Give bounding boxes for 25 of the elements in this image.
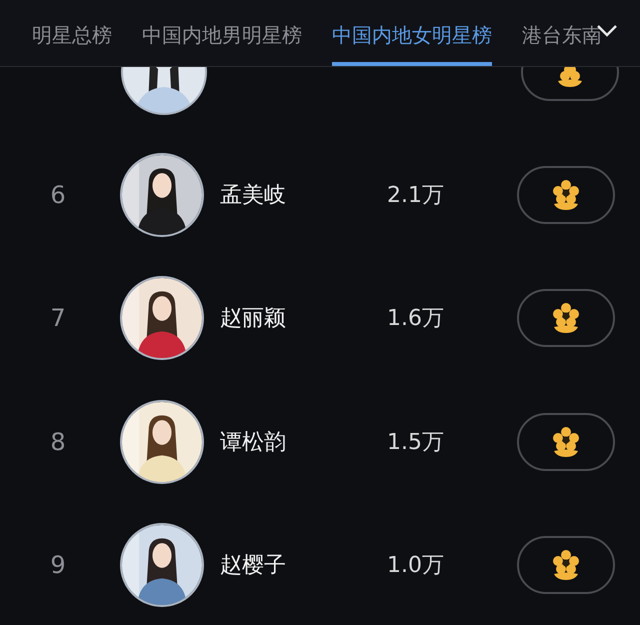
star-name[interactable]: 孟美岐 [220,180,380,210]
flower-icon [553,180,579,210]
flower-button[interactable] [517,289,615,348]
tab[interactable]: 中国内地女明星榜 [332,20,492,66]
rank-number: 6 [49,180,67,209]
vote-count: 2.1万 [387,182,445,210]
tab[interactable]: 明星总榜 [32,20,112,66]
vote-count: 1.5万 [387,428,445,457]
tab[interactable]: 港台东南 [522,20,602,66]
rank-number: 8 [49,428,67,456]
flower-button[interactable] [517,412,615,471]
star-name[interactable]: 赵樱子 [220,550,380,580]
rank-number: 7 [49,304,67,332]
star-name[interactable]: 谭松韵 [220,426,380,457]
flower-icon [553,426,579,457]
flower-button[interactable] [521,67,619,101]
flower-button[interactable] [517,536,615,594]
rank-number: 9 [49,551,67,580]
vote-count: 1.0万 [387,552,445,580]
flower-button[interactable] [517,166,615,224]
flower-icon [553,303,579,334]
vote-count: 1.6万 [387,305,445,334]
star-name[interactable]: 赵丽颖 [220,303,380,334]
tab[interactable]: 中国内地男明星榜 [142,20,302,66]
flower-icon [553,550,579,580]
